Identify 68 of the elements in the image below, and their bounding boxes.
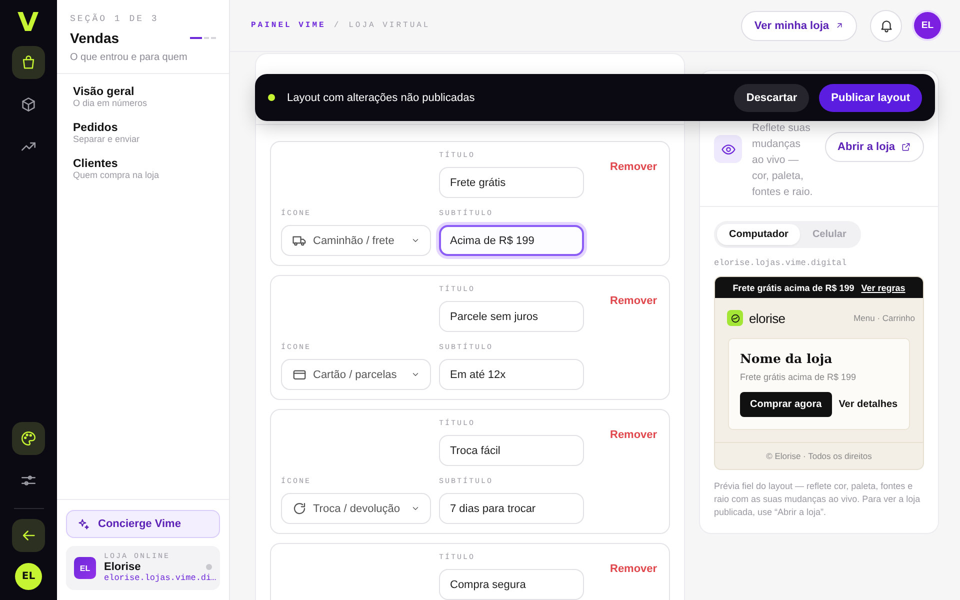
view-store-button[interactable]: Ver minha loja: [741, 10, 857, 40]
brand-name: elorise: [749, 310, 786, 326]
sidebar-item-hint: Quem compra na loja: [73, 170, 160, 180]
remove-button[interactable]: Remover: [610, 429, 658, 441]
bell-icon: [878, 18, 894, 33]
notifications-button[interactable]: [870, 10, 902, 42]
palette-icon: [20, 430, 37, 447]
toast-message: Layout com alterações não publicadas: [287, 92, 476, 104]
store-name: Elorise: [104, 561, 142, 573]
announcement-text: Frete grátis acima de R$ 199: [732, 282, 854, 292]
input-field[interactable]: Frete grátis: [439, 167, 584, 198]
input-field[interactable]: Parcele sem juros: [439, 301, 584, 332]
section-counter: SEÇÃO 1 DE 3: [70, 14, 160, 24]
remove-button[interactable]: Remover: [610, 161, 658, 173]
publish-button[interactable]: Publicar layout: [819, 84, 922, 112]
card-icon: [292, 367, 307, 382]
buy-button[interactable]: Comprar agora: [740, 392, 832, 417]
hero-text: Frete grátis acima de R$ 199: [740, 372, 858, 382]
input-field[interactable]: Acima de R$ 199: [439, 225, 584, 256]
user-avatar[interactable]: EL: [15, 563, 42, 590]
sidebar-item[interactable]: Visão geral: [73, 86, 213, 98]
sparkle-icon: [77, 518, 90, 530]
breadcrumb-item[interactable]: PAINEL VIME: [251, 21, 326, 30]
nav-button[interactable]: [12, 422, 45, 455]
preview-description: Reflete suas mudanças ao vivo — cor, paleta, fontes e raio.: [752, 121, 814, 200]
section-title: Vendas: [70, 30, 120, 46]
nav-button[interactable]: [12, 46, 45, 79]
icon-select[interactable]: Troca / devolução: [281, 493, 431, 524]
input-field[interactable]: Em até 12x: [439, 359, 584, 390]
chevron-down-icon: [411, 370, 420, 379]
icon-select[interactable]: Caminhão / frete: [281, 225, 431, 256]
icon-select[interactable]: Cartão / parcelas: [281, 359, 431, 390]
preview-caption: Prévia fiel do layout — reflete cor, paleta, fontes e raio com as suas mudanças ao vivo. Para ver a loja publicada, use “Abrir a loja”.: [714, 480, 922, 519]
store-avatar: EL: [74, 557, 96, 579]
user-avatar[interactable]: EL: [914, 12, 941, 39]
input-field[interactable]: Compra segura: [439, 569, 584, 600]
section-subtitle: O que entrou e para quem: [70, 52, 188, 63]
status-dot: [268, 94, 275, 101]
sidebar-item-hint: Separar e enviar: [73, 134, 141, 144]
input-field[interactable]: 7 dias para trocar: [439, 493, 584, 524]
store-url: elorise.lojas.vime.di…: [104, 573, 216, 583]
back-button[interactable]: [12, 519, 45, 552]
refresh-icon: [292, 501, 307, 516]
bag-icon: [20, 54, 37, 71]
sidebar-item[interactable]: Clientes: [73, 158, 213, 170]
logo: V: [18, 10, 40, 36]
chevron-down-icon: [411, 236, 420, 245]
open-store-button[interactable]: Abrir a loja: [824, 132, 924, 162]
external-link-icon: [901, 142, 911, 152]
preview-url: elorise.lojas.vime.digital: [714, 258, 848, 268]
rules-link[interactable]: Ver regras: [861, 282, 906, 292]
sidebar-item[interactable]: Pedidos: [73, 122, 213, 134]
eye-glyph-icon: [720, 142, 736, 156]
store-footer: © Elorise · Todos os direitos: [715, 442, 923, 469]
hero-title: Nome da loja: [740, 351, 834, 366]
sidebar-item-hint: O dia em números: [73, 98, 148, 108]
chevron-down-icon: [411, 504, 420, 513]
truck-icon: [292, 233, 307, 248]
device-tab[interactable]: Computador: [717, 224, 800, 245]
remove-button[interactable]: Remover: [610, 563, 658, 575]
concierge-button[interactable]: Concierge Vime: [66, 510, 220, 538]
details-button[interactable]: Ver detalhes: [838, 399, 898, 410]
box-icon: [20, 96, 37, 113]
discard-button[interactable]: Descartar: [734, 84, 810, 112]
breadcrumb-separator: /: [334, 21, 341, 30]
remove-button[interactable]: Remover: [610, 295, 658, 307]
arrow-up-right-icon: [835, 21, 844, 30]
input-field[interactable]: Troca fácil: [439, 435, 584, 466]
